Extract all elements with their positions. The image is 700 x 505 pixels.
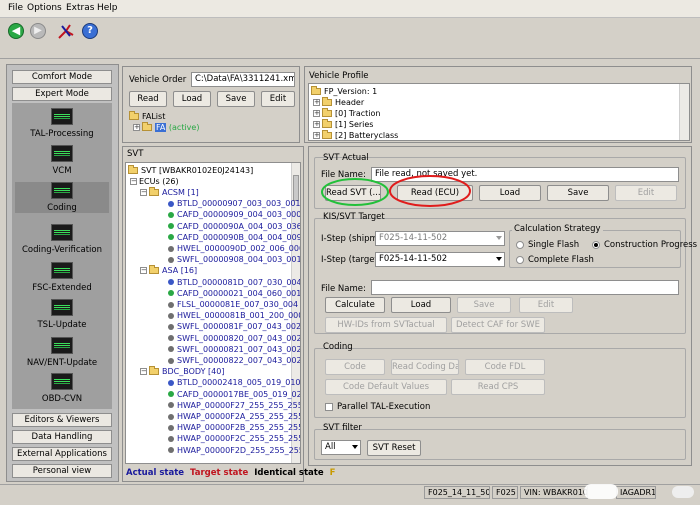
radio-icon xyxy=(516,255,524,264)
application-window: File Options Extras Help ◀ ▶ ? Comfort M… xyxy=(0,0,700,505)
istep-target-combo[interactable]: F025-14-11-502 xyxy=(375,252,505,267)
hw-ids-from-svtactual-button[interactable]: HW-IDs from SVTactual xyxy=(325,317,447,333)
code-fdl-button[interactable]: Code FDL xyxy=(465,359,545,375)
detect-caf-for-swe-button[interactable]: Detect CAF for SWE xyxy=(451,317,545,333)
dropdown-arrow-icon xyxy=(496,257,502,261)
status-watermark-blob xyxy=(584,484,618,499)
status-istep: F025_14_11_502 xyxy=(424,486,490,499)
code-button[interactable]: Code xyxy=(325,359,385,375)
status-series: F025 xyxy=(492,486,518,499)
radio-selected-icon xyxy=(592,240,600,249)
calc-strategy-title: Calculation Strategy xyxy=(512,224,603,234)
kis-svt-target-group: KIS/SVT Target I-Step (shipm.): F025-14-… xyxy=(314,212,697,334)
svt-filter-title: SVT filter xyxy=(323,423,362,433)
kis-file-label: File Name: xyxy=(321,284,366,294)
dropdown-arrow-icon xyxy=(496,236,502,240)
istep-shipment-combo[interactable]: F025-14-11-502 xyxy=(375,231,505,246)
status-scroll-blob xyxy=(672,486,694,498)
checkbox-icon xyxy=(325,402,333,411)
svt-reset-button[interactable]: SVT Reset xyxy=(367,440,421,456)
read-cps-button[interactable]: Read CPS xyxy=(451,379,545,395)
dropdown-arrow-icon xyxy=(352,445,358,449)
complete-flash-radio[interactable]: Complete Flash xyxy=(516,255,594,265)
read-coding-data-button[interactable]: Read Coding Data xyxy=(391,359,459,375)
radio-icon xyxy=(516,240,524,249)
parallel-tal-execution-checkbox[interactable]: Parallel TAL-Execution xyxy=(325,402,430,412)
status-vin: VIN: WBAKR0101 xyxy=(520,486,588,499)
coding-group: Coding Code Read Coding Data Code FDL Co… xyxy=(314,342,686,418)
code-default-values-button[interactable]: Code Default Values xyxy=(325,379,447,395)
calculate-button[interactable]: Calculate xyxy=(325,297,385,313)
red-annotation-circle xyxy=(389,175,471,207)
svt-filter-combo[interactable]: All xyxy=(321,440,361,455)
green-annotation-circle xyxy=(321,178,389,206)
calculation-strategy-group: Calculation Strategy Single Flash Constr… xyxy=(509,224,697,268)
single-flash-radio[interactable]: Single Flash xyxy=(516,240,579,250)
kis-save-button[interactable]: Save xyxy=(457,297,511,313)
kis-load-button[interactable]: Load xyxy=(391,297,451,313)
svt-filter-group: SVT filter All SVT Reset xyxy=(314,423,686,460)
status-gateway: IAGADR10 xyxy=(616,486,656,499)
kis-edit-button[interactable]: Edit xyxy=(519,297,573,313)
kis-title: KIS/SVT Target xyxy=(323,212,385,222)
coding-title: Coding xyxy=(323,342,353,352)
kis-file-field[interactable] xyxy=(371,280,679,295)
construction-progress-radio[interactable]: Construction Progress xyxy=(592,240,697,250)
